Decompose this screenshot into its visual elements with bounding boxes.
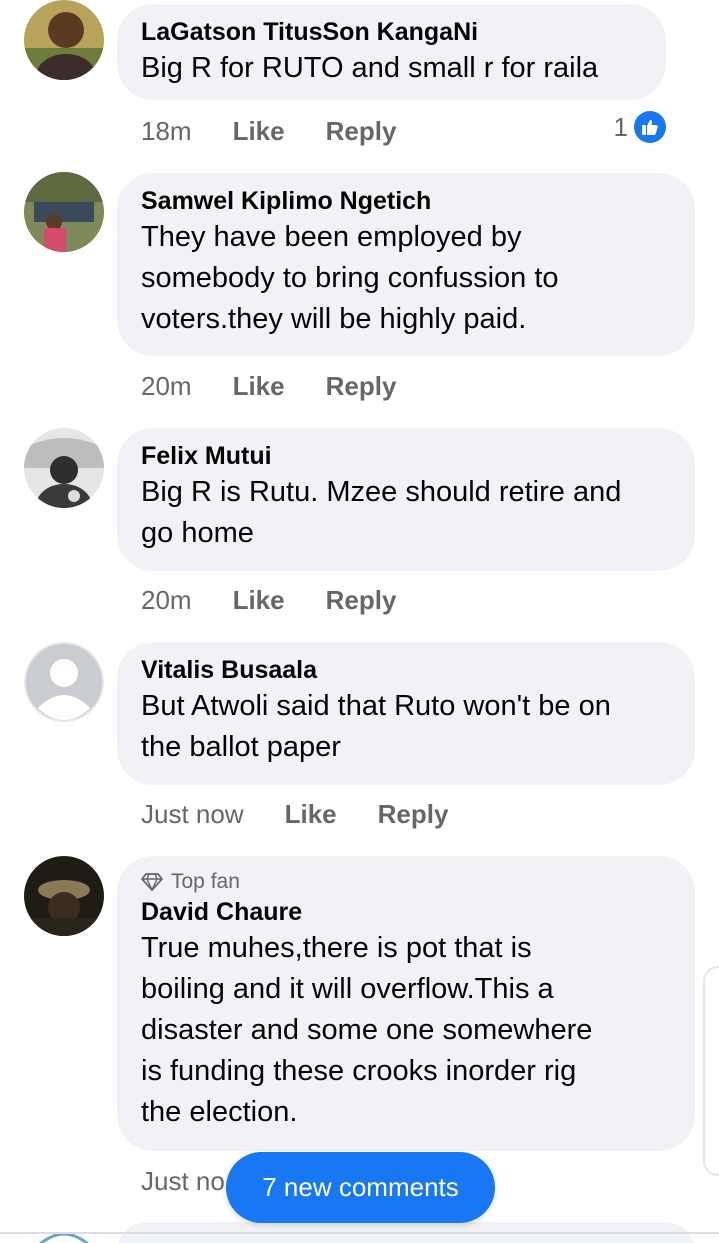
comment-actions: Just no: [141, 1163, 225, 1199]
comment-time[interactable]: 20m: [141, 371, 192, 402]
like-button[interactable]: Like: [233, 116, 285, 147]
comment-time[interactable]: Just no: [141, 1166, 225, 1197]
side-scroll-tab[interactable]: [703, 966, 719, 1176]
comment-text: Big R for RUTO and small r for raila: [141, 52, 599, 84]
reaction-count: 1: [613, 111, 628, 142]
reply-button[interactable]: Reply: [326, 116, 397, 147]
thumbs-up-icon: [634, 111, 666, 143]
avatar[interactable]: [24, 428, 104, 508]
like-button[interactable]: Like: [285, 799, 337, 830]
avatar[interactable]: [24, 0, 104, 80]
comment-time[interactable]: Just now: [141, 799, 244, 830]
reply-button[interactable]: Reply: [378, 799, 449, 830]
like-button[interactable]: Like: [233, 585, 285, 616]
like-button[interactable]: Like: [233, 371, 285, 402]
comment-bubble: Felix Mutui Big R is Rutu. Mzee should r…: [117, 428, 695, 571]
default-avatar-icon[interactable]: [24, 642, 104, 722]
comment-actions: 20m Like Reply: [141, 368, 396, 404]
diamond-icon: [141, 873, 163, 891]
comment-actions: Just now Like Reply: [141, 796, 448, 832]
comment-text: True muhes,there is pot that is boiling …: [141, 932, 593, 1128]
reply-button[interactable]: Reply: [326, 371, 397, 402]
commenter-name[interactable]: Felix Mutui: [141, 440, 671, 472]
commenter-name[interactable]: David Chaure: [141, 896, 671, 928]
reply-button[interactable]: Reply: [326, 585, 397, 616]
top-fan-label: Top fan: [171, 870, 240, 893]
divider: [0, 1232, 719, 1234]
avatar[interactable]: [24, 856, 104, 936]
comment-text: Big R is Rutu. Mzee should retire and go…: [141, 476, 622, 549]
comments-page: LaGatson TitusSon KangaNi Big R for RUTO…: [0, 0, 719, 1243]
comment-actions: 20m Like Reply: [141, 582, 396, 618]
comment-bubble: Vitalis Busaala But Atwoli said that Rut…: [117, 642, 695, 785]
comment-text: But Atwoli said that Ruto won't be on th…: [141, 690, 611, 763]
commenter-name[interactable]: LaGatson TitusSon KangaNi: [141, 16, 642, 48]
comment-text: They have been employed by somebody to b…: [141, 221, 559, 335]
comment-actions: 18m Like Reply: [141, 113, 396, 149]
avatar[interactable]: [24, 172, 104, 252]
commenter-name[interactable]: Vitalis Busaala: [141, 654, 671, 686]
commenter-name[interactable]: Samwel Kiplimo Ngetich: [141, 185, 671, 217]
comment-bubble: Samwel Kiplimo Ngetich They have been em…: [117, 173, 695, 356]
reaction-summary[interactable]: 1: [614, 111, 666, 143]
comment-bubble: LaGatson TitusSon KangaNi Big R for RUTO…: [117, 4, 666, 100]
comment-bubble: Top fan David Chaure True muhes,there is…: [117, 856, 695, 1151]
new-comments-button[interactable]: 7 new comments: [226, 1152, 495, 1223]
top-fan-badge[interactable]: Top fan: [141, 868, 671, 896]
comment-time[interactable]: 20m: [141, 585, 192, 616]
comment-time[interactable]: 18m: [141, 116, 192, 147]
